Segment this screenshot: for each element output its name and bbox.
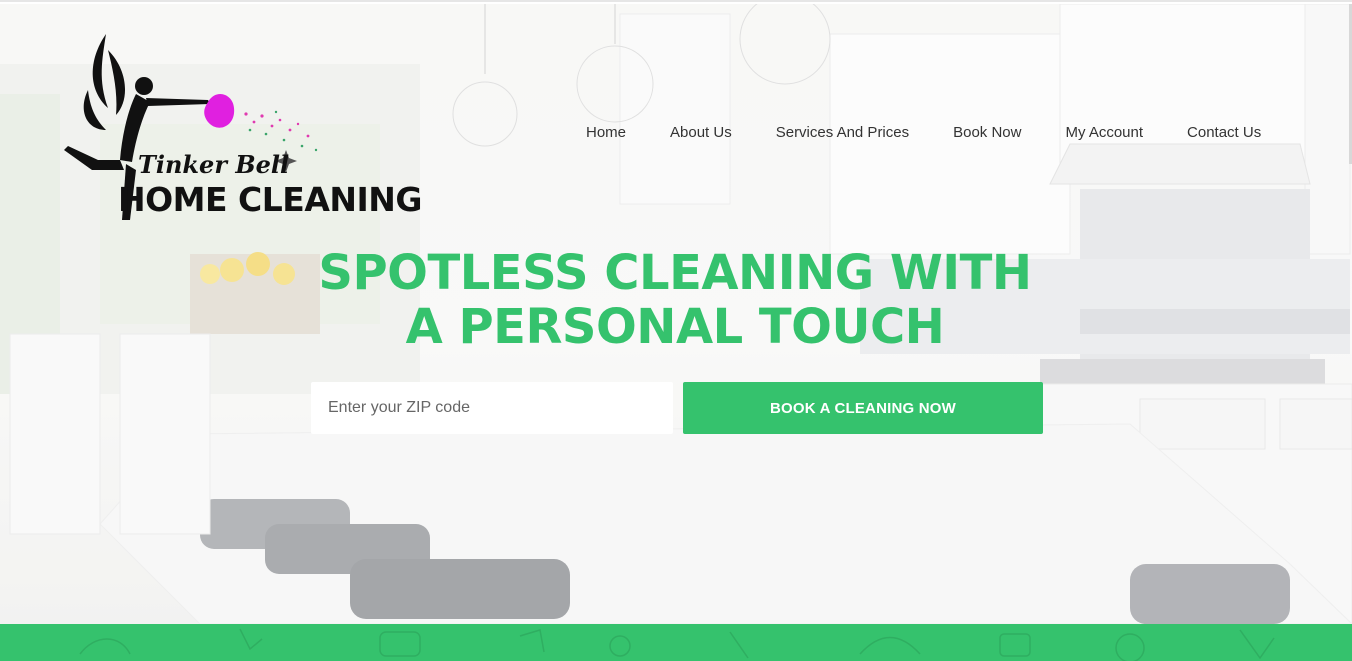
hero-headline: SPOTLESS CLEANING WITH A PERSONAL TOUCH xyxy=(280,246,1070,354)
zip-code-input[interactable] xyxy=(311,382,673,434)
logo-text-home-cleaning: HOME CLEANING xyxy=(118,180,422,219)
nav-item-home[interactable]: Home xyxy=(586,124,626,141)
hero-headline-line1: SPOTLESS CLEANING WITH xyxy=(318,245,1032,301)
green-section-band xyxy=(0,624,1352,661)
nav-item-my-account[interactable]: My Account xyxy=(1065,124,1143,141)
site-logo[interactable]: Tinker Bell HOME CLEANING xyxy=(58,30,422,226)
nav-item-contact-us[interactable]: Contact Us xyxy=(1187,124,1261,141)
logo-text-tinker-bell: Tinker Bell xyxy=(138,150,290,179)
feather-duster-icon xyxy=(204,94,235,128)
nav-item-book-now[interactable]: Book Now xyxy=(953,124,1021,141)
main-navigation: Home About Us Services And Prices Book N… xyxy=(586,122,1261,142)
book-cleaning-button[interactable]: BOOK A CLEANING NOW xyxy=(683,382,1043,434)
hero-headline-line2: A PERSONAL TOUCH xyxy=(405,299,945,355)
nav-item-services-and-prices[interactable]: Services And Prices xyxy=(776,124,909,141)
page-frame: Tinker Bell HOME CLEANING Home About Us … xyxy=(0,0,1352,661)
cleaning-pattern-icon xyxy=(79,628,1275,661)
nav-item-about-us[interactable]: About Us xyxy=(670,124,732,141)
